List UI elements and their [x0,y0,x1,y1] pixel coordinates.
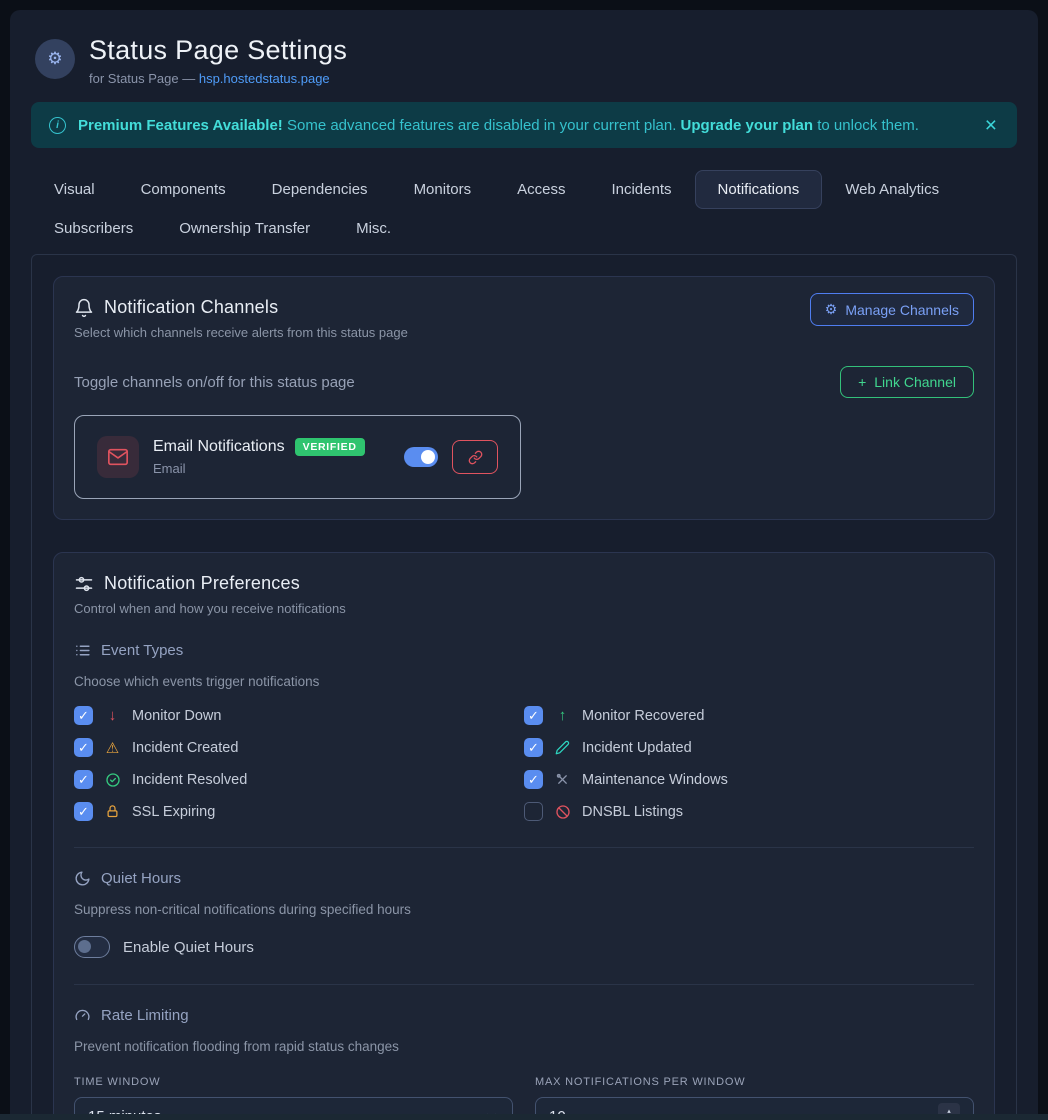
premium-banner: i Premium Features Available! Some advan… [31,102,1017,148]
event-incident-updated[interactable]: ✓ Incident Updated [524,738,974,757]
upgrade-plan-link[interactable]: Upgrade your plan [681,117,814,134]
gear-avatar: ⚙ [35,39,75,79]
event-types-grid: ✓ ↓ Monitor Down ✓ ↑ Monitor Recovered ✓… [74,706,974,821]
email-icon [97,436,139,478]
notification-preferences-card: Notification Preferences Control when an… [53,552,995,1120]
gauge-icon [74,1007,91,1024]
info-icon: i [49,117,66,134]
checkbox-checked[interactable]: ✓ [74,738,93,757]
event-incident-resolved[interactable]: ✓ Incident Resolved [74,770,524,789]
section-desc: Select which channels receive alerts fro… [74,325,974,340]
pencil-icon [554,740,571,755]
event-types-desc: Choose which events trigger notification… [74,674,974,689]
status-page-link[interactable]: hsp.hostedstatus.page [199,71,330,86]
warning-icon: ⚠ [104,739,121,757]
banner-text: Premium Features Available! Some advance… [78,117,971,134]
channel-type: Email [153,461,390,476]
event-dnsbl-listings[interactable]: DNSBL Listings [524,802,974,821]
link-channel-button[interactable]: + Link Channel [840,366,974,398]
banner-bold: Premium Features Available! [78,117,283,134]
section-title: Notification Channels [104,297,278,318]
tab-incidents[interactable]: Incidents [588,170,694,209]
divider [74,847,974,848]
max-notifications-label: MAX NOTIFICATIONS PER WINDOW [535,1076,974,1088]
checkbox-checked[interactable]: ✓ [524,706,543,725]
tab-dependencies[interactable]: Dependencies [249,170,391,209]
moon-icon [74,870,91,887]
page-header: ⚙ Status Page Settings for Status Page —… [31,35,1017,86]
event-ssl-expiring[interactable]: ✓ SSL Expiring [74,802,524,821]
quiet-hours-toggle[interactable] [74,936,110,958]
channel-name: Email Notifications [153,438,285,456]
unlink-channel-button[interactable] [452,440,498,474]
settings-tabs: Visual Components Dependencies Monitors … [31,170,1017,248]
quiet-hours-heading: Quiet Hours [74,870,974,887]
checkbox-checked[interactable]: ✓ [524,738,543,757]
tab-web-analytics[interactable]: Web Analytics [822,170,962,209]
list-icon [74,642,91,659]
notifications-panel: Notification Channels Select which chann… [31,254,1017,1120]
section-title: Notification Preferences [104,573,300,594]
divider [74,984,974,985]
quiet-hours-desc: Suppress non-critical notifications duri… [74,902,974,917]
rate-limiting-desc: Prevent notification flooding from rapid… [74,1039,974,1054]
checkbox-checked[interactable]: ✓ [74,802,93,821]
tab-components[interactable]: Components [118,170,249,209]
check-circle-icon [104,772,121,788]
tab-access[interactable]: Access [494,170,588,209]
checkbox-unchecked[interactable] [524,802,543,821]
notification-channels-card: Notification Channels Select which chann… [53,276,995,520]
tab-ownership-transfer[interactable]: Ownership Transfer [156,209,333,248]
time-window-label: TIME WINDOW [74,1076,513,1088]
event-maintenance-windows[interactable]: ✓ Maintenance Windows [524,770,974,789]
bell-icon [74,298,94,318]
tools-icon [554,772,571,787]
toggle-channels-hint: Toggle channels on/off for this status p… [74,374,355,391]
section-desc: Control when and how you receive notific… [74,601,974,616]
manage-channels-button[interactable]: ⚙ Manage Channels [810,293,974,326]
checkbox-checked[interactable]: ✓ [524,770,543,789]
no-entry-icon [554,804,571,820]
page-title: Status Page Settings [89,35,347,66]
event-monitor-down[interactable]: ✓ ↓ Monitor Down [74,706,524,725]
settings-window: ⚙ Status Page Settings for Status Page —… [10,10,1038,1120]
email-channel-card: Email Notifications VERIFIED Email [74,415,521,499]
chain-link-icon [468,450,483,465]
event-types-heading: Event Types [74,642,974,659]
tab-notifications[interactable]: Notifications [695,170,823,209]
bottom-strip [0,1114,1048,1120]
close-icon[interactable]: × [983,115,999,136]
gear-icon: ⚙ [825,301,838,318]
lock-icon [104,804,121,819]
gear-icon: ⚙ [47,49,62,69]
email-channel-toggle[interactable] [404,447,438,467]
event-monitor-recovered[interactable]: ✓ ↑ Monitor Recovered [524,706,974,725]
tab-visual[interactable]: Visual [31,170,118,209]
tab-subscribers[interactable]: Subscribers [31,209,156,248]
plus-icon: + [858,374,866,390]
subtitle-text: for Status Page — [89,71,199,86]
checkbox-checked[interactable]: ✓ [74,706,93,725]
verified-badge: VERIFIED [295,438,365,456]
rate-limiting-heading: Rate Limiting [74,1007,974,1024]
checkbox-checked[interactable]: ✓ [74,770,93,789]
tab-monitors[interactable]: Monitors [391,170,495,209]
arrow-up-icon: ↑ [554,707,571,724]
quiet-hours-toggle-label: Enable Quiet Hours [123,939,254,956]
sliders-icon [74,574,94,594]
arrow-down-icon: ↓ [104,707,121,724]
tab-misc[interactable]: Misc. [333,209,414,248]
event-incident-created[interactable]: ✓ ⚠ Incident Created [74,738,524,757]
page-subtitle: for Status Page — hsp.hostedstatus.page [89,71,347,86]
